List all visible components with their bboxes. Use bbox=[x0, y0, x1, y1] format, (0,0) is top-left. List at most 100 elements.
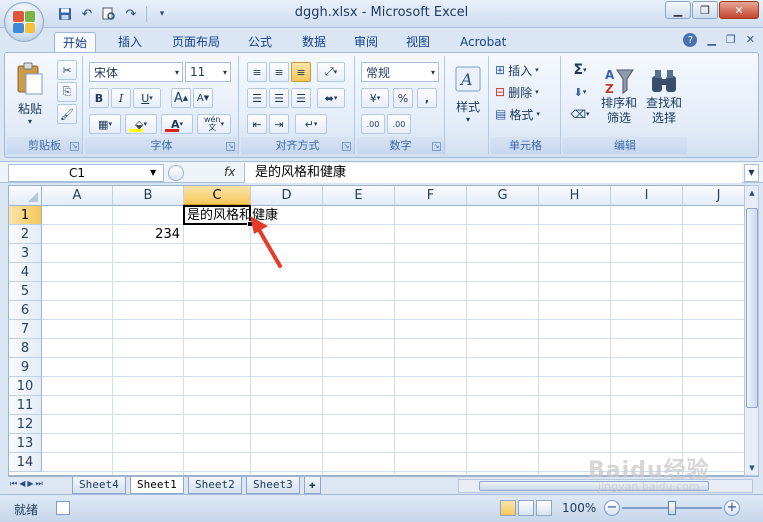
zoom-slider-thumb[interactable] bbox=[668, 501, 676, 515]
row-header-8[interactable]: 8 bbox=[9, 339, 42, 358]
align-bottom-button[interactable]: ≡ bbox=[291, 62, 311, 82]
phonetic-guide-button[interactable]: wén 文 ▾ bbox=[197, 114, 231, 134]
increase-decimal-button[interactable]: .00 bbox=[361, 114, 385, 134]
shrink-font-button[interactable]: A ▼ bbox=[193, 88, 213, 108]
formula-input[interactable]: 是的风格和健康 bbox=[244, 163, 742, 183]
align-right-button[interactable]: ☰ bbox=[291, 88, 311, 108]
paste-button[interactable]: 粘贴 ▾ bbox=[13, 60, 47, 128]
minimize-button[interactable]: ▁ bbox=[665, 1, 691, 19]
decrease-decimal-button[interactable]: .00 bbox=[387, 114, 411, 134]
comma-style-button[interactable]: , bbox=[417, 88, 437, 108]
underline-button[interactable]: U ▾ bbox=[133, 88, 161, 108]
font-name-select[interactable]: 宋体 ▾ bbox=[89, 62, 183, 82]
tab-review[interactable]: 审阅 bbox=[346, 32, 386, 52]
row-header-10[interactable]: 10 bbox=[9, 377, 42, 396]
row-header-2[interactable]: 2 bbox=[9, 225, 42, 244]
page-break-view-button[interactable] bbox=[536, 500, 552, 516]
clear-button[interactable]: ⌫ ▾ bbox=[567, 104, 593, 124]
column-header-f[interactable]: F bbox=[395, 186, 467, 206]
row-header-5[interactable]: 5 bbox=[9, 282, 42, 301]
office-button[interactable] bbox=[4, 2, 44, 42]
tab-page-layout[interactable]: 页面布局 bbox=[164, 32, 228, 52]
tab-home[interactable]: 开始 bbox=[54, 32, 97, 52]
sort-filter-button[interactable]: AZ 排序和 筛选 bbox=[597, 58, 641, 134]
format-cells-button[interactable]: ▤ 格式 ▾ bbox=[495, 104, 557, 124]
tab-view[interactable]: 视图 bbox=[398, 32, 438, 52]
number-format-select[interactable]: 常规 ▾ bbox=[361, 62, 439, 82]
tab-insert[interactable]: 插入 bbox=[110, 32, 150, 52]
insert-cells-button[interactable]: ⊞ 插入 ▾ bbox=[495, 60, 557, 80]
decrease-indent-button[interactable]: ⇤ bbox=[247, 114, 267, 134]
styles-button[interactable]: A 样式 ▾ bbox=[449, 60, 487, 130]
find-select-button[interactable]: 查找和 选择 bbox=[643, 58, 685, 134]
ribbon-restore-icon[interactable]: ❐ bbox=[726, 33, 736, 47]
ribbon-close-icon[interactable]: ✕ bbox=[746, 33, 755, 47]
sheet-tab-sheet2[interactable]: Sheet2 bbox=[188, 477, 242, 494]
zoom-level[interactable]: 100% bbox=[562, 501, 596, 515]
scroll-up-icon[interactable]: ▲ bbox=[746, 186, 758, 200]
name-box[interactable]: C1 bbox=[8, 164, 164, 182]
sheet-tab-sheet3[interactable]: Sheet3 bbox=[246, 477, 300, 494]
sheet-tab-sheet1[interactable]: Sheet1 bbox=[130, 477, 184, 494]
number-launcher-icon[interactable]: ↘ bbox=[432, 142, 441, 151]
copy-button[interactable]: ⎘ bbox=[57, 82, 77, 102]
row-header-3[interactable]: 3 bbox=[9, 244, 42, 263]
expand-formula-bar-icon[interactable]: ▼ bbox=[744, 164, 759, 182]
next-sheet-icon[interactable]: ▶ bbox=[27, 479, 33, 489]
help-icon[interactable]: ? bbox=[683, 33, 698, 47]
column-header-g[interactable]: G bbox=[467, 186, 539, 206]
accounting-format-button[interactable]: ¥ ▾ bbox=[361, 88, 389, 108]
ribbon-minimize-icon[interactable]: ▁ bbox=[707, 33, 715, 47]
column-header-b[interactable]: B bbox=[113, 186, 184, 206]
chevron-down-icon[interactable]: ▼ bbox=[150, 168, 156, 177]
column-header-c[interactable]: C bbox=[184, 186, 251, 206]
macro-record-icon[interactable] bbox=[56, 501, 70, 515]
row-header-9[interactable]: 9 bbox=[9, 358, 42, 377]
column-header-i[interactable]: I bbox=[611, 186, 683, 206]
column-header-h[interactable]: H bbox=[539, 186, 611, 206]
sheet-tab-sheet4[interactable]: Sheet4 bbox=[72, 477, 126, 494]
row-header-6[interactable]: 6 bbox=[9, 301, 42, 320]
prev-sheet-icon[interactable]: ◀ bbox=[19, 479, 25, 489]
borders-button[interactable]: ▦ ▾ bbox=[89, 114, 121, 134]
last-sheet-icon[interactable]: ⏭ bbox=[36, 479, 43, 489]
tab-acrobat[interactable]: Acrobat bbox=[452, 32, 514, 52]
fill-color-button[interactable]: ⬙ ▾ bbox=[125, 114, 157, 134]
font-launcher-icon[interactable]: ↘ bbox=[226, 142, 235, 151]
insert-function-button[interactable]: fx bbox=[224, 165, 235, 179]
zoom-in-button[interactable]: + bbox=[724, 500, 740, 516]
page-layout-view-button[interactable] bbox=[518, 500, 534, 516]
font-size-select[interactable]: 11 ▾ bbox=[185, 62, 231, 82]
row-header-1[interactable]: 1 bbox=[9, 206, 42, 225]
merge-center-button[interactable]: ⬌ ▾ bbox=[317, 88, 345, 108]
zoom-out-button[interactable]: − bbox=[604, 500, 620, 516]
select-all-button[interactable] bbox=[9, 186, 42, 206]
column-header-a[interactable]: A bbox=[42, 186, 113, 206]
spreadsheet-grid[interactable]: A B C D E F G H I J 1 2 3 4 5 6 7 8 9 10 11 12 13 14 是的风格和健康 234 bbox=[8, 185, 745, 476]
vertical-scroll-thumb[interactable] bbox=[746, 208, 758, 408]
clipboard-launcher-icon[interactable]: ↘ bbox=[70, 142, 79, 151]
orientation-button[interactable]: ⤢ ▾ bbox=[317, 62, 345, 82]
align-center-button[interactable]: ☰ bbox=[269, 88, 289, 108]
row-header-7[interactable]: 7 bbox=[9, 320, 42, 339]
column-header-d[interactable]: D bbox=[251, 186, 323, 206]
cut-button[interactable]: ✂ bbox=[57, 60, 77, 80]
row-header-4[interactable]: 4 bbox=[9, 263, 42, 282]
column-header-e[interactable]: E bbox=[323, 186, 395, 206]
column-header-j[interactable]: J bbox=[683, 186, 744, 206]
close-button[interactable]: ✕ bbox=[719, 1, 759, 19]
alignment-launcher-icon[interactable]: ↘ bbox=[342, 142, 351, 151]
row-header-13[interactable]: 13 bbox=[9, 434, 42, 453]
grow-font-button[interactable]: A ▲ bbox=[171, 88, 191, 108]
align-middle-button[interactable]: ≡ bbox=[269, 62, 289, 82]
delete-cells-button[interactable]: ⊟ 删除 ▾ bbox=[495, 82, 557, 102]
align-left-button[interactable]: ☰ bbox=[247, 88, 267, 108]
format-painter-button[interactable]: 🖌 bbox=[57, 104, 77, 124]
cell-b2[interactable]: 234 bbox=[113, 225, 180, 244]
increase-indent-button[interactable]: ⇥ bbox=[269, 114, 289, 134]
insert-sheet-button[interactable]: ✚ bbox=[304, 477, 321, 494]
row-header-12[interactable]: 12 bbox=[9, 415, 42, 434]
row-header-11[interactable]: 11 bbox=[9, 396, 42, 415]
italic-button[interactable]: I bbox=[111, 88, 131, 108]
autosum-button[interactable]: Σ ▾ bbox=[567, 60, 593, 80]
